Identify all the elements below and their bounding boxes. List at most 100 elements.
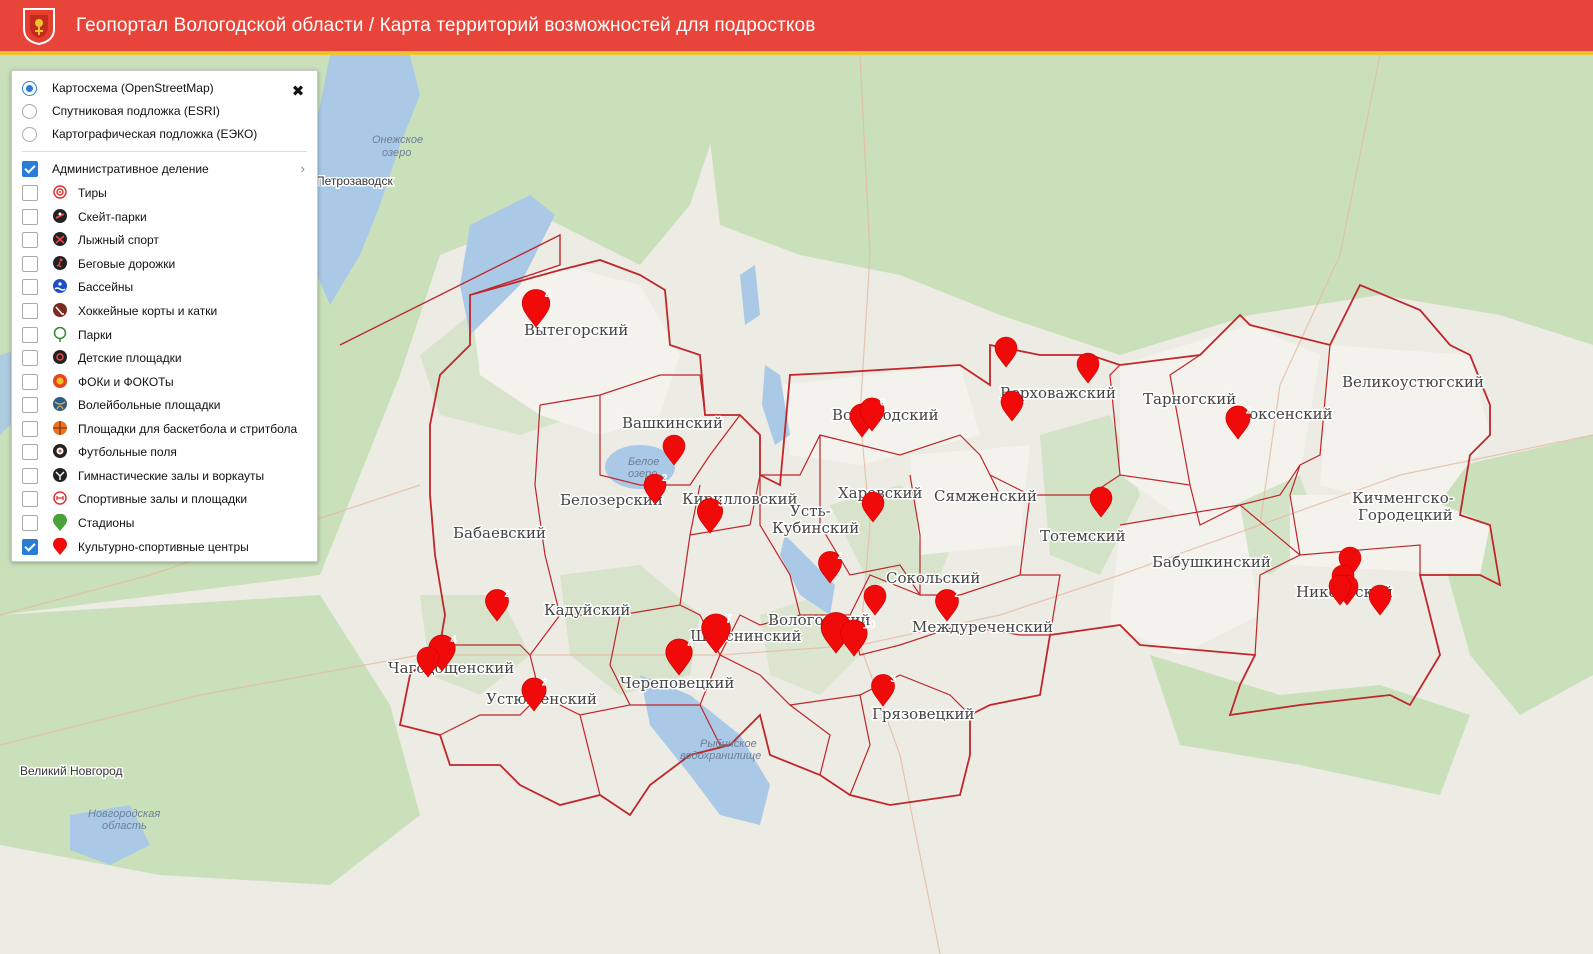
checkbox-checked[interactable] <box>22 161 38 177</box>
playground-icon <box>52 350 68 366</box>
layer-label: Детские площадки <box>78 351 182 365</box>
close-panel-button[interactable]: ✖ <box>287 81 309 103</box>
region-label: Городецкий <box>1358 506 1453 524</box>
radio-icon[interactable] <box>22 103 37 119</box>
region-label: Кадуйский <box>544 601 630 619</box>
region-label: Кубинский <box>772 519 859 537</box>
layer-label: Волейбольные площадки <box>78 398 221 412</box>
checkbox[interactable] <box>22 444 38 460</box>
layer-skateparks[interactable]: Скейт-парки <box>22 206 147 228</box>
target-icon <box>52 185 68 201</box>
marker-count-label: 10 <box>862 617 876 631</box>
layer-stadiums[interactable]: Стадионы <box>22 512 134 534</box>
stadium-pin-icon <box>52 514 68 531</box>
layer-label: ФОКи и ФОКОТы <box>78 375 174 389</box>
basemap-option-eeko[interactable]: Картографическая подложка (ЕЭКО) <box>22 123 257 145</box>
region-label: Бабаевский <box>453 524 546 542</box>
region-label: Вашкинский <box>622 414 723 432</box>
checkbox[interactable] <box>22 232 38 248</box>
skateboard-icon <box>52 209 68 225</box>
layer-playgrounds[interactable]: Детские площадки <box>22 347 182 369</box>
layer-gymnastics[interactable]: Гимнастические залы и воркауты <box>22 465 264 487</box>
checkbox[interactable] <box>22 350 38 366</box>
checkbox[interactable] <box>22 303 38 319</box>
layer-gyms[interactable]: Спортивные залы и площадки <box>22 488 247 510</box>
checkbox[interactable] <box>22 421 38 437</box>
layer-sport-complexes[interactable]: ФОКи и ФОКОТы <box>22 371 174 393</box>
vologda-coat-of-arms-icon <box>23 7 55 45</box>
layer-admin-division[interactable]: Административное деление <box>22 158 209 180</box>
region-label: Кичменгско- <box>1352 489 1454 507</box>
city-label-novgorod: Великий Новгород <box>20 764 123 778</box>
water-label-onega: Онежское <box>372 134 423 146</box>
football-icon <box>52 444 68 460</box>
layer-running-tracks[interactable]: Беговые дорожки <box>22 253 175 275</box>
marker-count-label: 4 <box>450 632 457 646</box>
basemap-label: Картосхема (OpenStreetMap) <box>52 81 214 95</box>
checkbox[interactable] <box>22 515 38 531</box>
sport-complex-icon <box>52 374 68 390</box>
region-label: Усть- <box>790 502 831 520</box>
marker-count-label: 2 <box>504 588 510 600</box>
water-label-rybinsk-2: водохранилище <box>680 750 761 762</box>
checkbox[interactable] <box>22 327 38 343</box>
radio-icon[interactable] <box>22 126 37 142</box>
water-label-beloe: Белое <box>628 456 659 468</box>
marker-count-label: 2 <box>542 677 548 689</box>
checkbox[interactable] <box>22 279 38 295</box>
basemap-option-esri[interactable]: Спутниковая подложка (ESRI) <box>22 100 220 122</box>
layer-label: Лыжный спорт <box>78 233 159 247</box>
checkbox[interactable] <box>22 468 38 484</box>
region-label: Тарногский <box>1143 390 1236 408</box>
gym-icon <box>52 491 68 507</box>
layer-label: Административное деление <box>52 162 209 176</box>
region-label: Сокольский <box>886 569 980 587</box>
checkbox-checked[interactable] <box>22 539 38 555</box>
marker-count-label: 2 <box>837 550 843 562</box>
region-label: Вытегорский <box>524 321 628 339</box>
region-label: Грязовецкий <box>872 705 975 723</box>
layer-culture-sport-centers[interactable]: Культурно-спортивные центры <box>22 536 249 558</box>
checkbox[interactable] <box>22 185 38 201</box>
checkbox[interactable] <box>22 491 38 507</box>
region-label: Тотемский <box>1040 527 1126 545</box>
layer-label: Площадки для баскетбола и стритбола <box>78 422 298 436</box>
marker-count-label: 3 <box>890 673 896 685</box>
layer-control-panel: ✖ Картосхема (OpenStreetMap) Спутниковая… <box>11 70 318 562</box>
marker-count-label: 2 <box>1246 405 1252 417</box>
layer-ski[interactable]: Лыжный спорт <box>22 229 159 251</box>
layer-volleyball[interactable]: Волейбольные площадки <box>22 394 220 416</box>
basemap-option-osm[interactable]: Картосхема (OpenStreetMap) <box>22 77 214 99</box>
basketball-icon <box>52 421 68 437</box>
region-label: Череповецкий <box>620 674 734 692</box>
water-label-rybinsk: Рыбинское <box>700 738 757 750</box>
layer-hockey[interactable]: Хоккейные корты и катки <box>22 300 217 322</box>
swimmer-icon <box>52 279 68 295</box>
page-title: Геопортал Вологодской области / Карта те… <box>76 14 816 36</box>
layer-basketball[interactable]: Площадки для баскетбола и стритбола <box>22 418 297 440</box>
radio-selected-icon[interactable] <box>22 80 37 96</box>
runner-icon <box>52 256 68 272</box>
checkbox[interactable] <box>22 209 38 225</box>
layer-label: Гимнастические залы и воркауты <box>78 469 265 483</box>
checkbox[interactable] <box>22 374 38 390</box>
layer-shooting-ranges[interactable]: Тиры <box>22 182 107 204</box>
checkbox[interactable] <box>22 256 38 272</box>
volleyball-icon <box>52 397 68 413</box>
water-label-novgorod-obl: Новгородская <box>88 808 160 820</box>
marker-count-label: 3 <box>718 498 724 510</box>
layer-pools[interactable]: Бассейны <box>22 276 133 298</box>
hockey-icon <box>52 303 68 319</box>
app: Геопортал Вологодской области / Карта те… <box>0 0 1593 954</box>
tree-icon <box>52 327 68 343</box>
chevron-right-icon[interactable]: › <box>301 161 305 176</box>
marker-count-label: 2 <box>662 473 668 484</box>
region-label: Великоустюгский <box>1342 373 1484 391</box>
layer-label: Парки <box>78 328 112 342</box>
layer-label: Скейт-парки <box>78 210 147 224</box>
city-label-petrozavodsk: Петрозаводск <box>316 174 393 188</box>
layer-parks[interactable]: Парки <box>22 324 112 346</box>
checkbox[interactable] <box>22 397 38 413</box>
layer-label: Футбольные поля <box>78 445 177 459</box>
layer-football[interactable]: Футбольные поля <box>22 441 177 463</box>
